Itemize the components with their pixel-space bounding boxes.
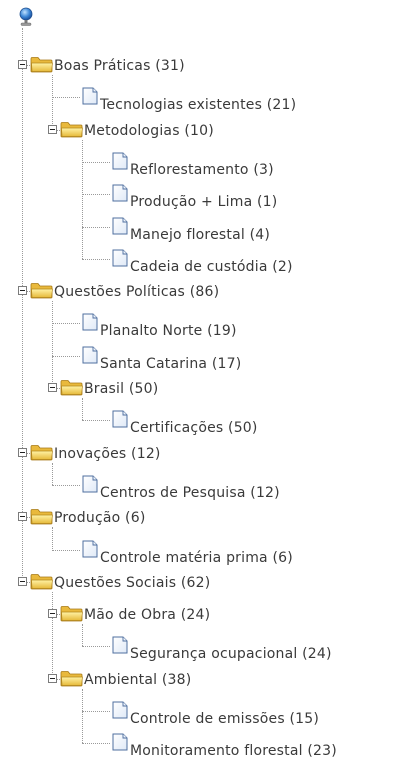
collapse-toggle-icon[interactable] (18, 576, 27, 586)
collapse-toggle-icon[interactable] (48, 383, 57, 392)
tree-folder-label[interactable]: Brasil (50) (84, 380, 158, 398)
document-page-icon (80, 474, 100, 494)
tree-folder-label[interactable]: Produção (6) (54, 509, 146, 527)
tree-connector-line (52, 527, 53, 550)
tree-connector-line (52, 301, 53, 388)
document-page-icon (110, 151, 130, 171)
collapse-toggle-icon[interactable] (18, 447, 27, 457)
folder-open-icon (30, 572, 54, 590)
tree-folder-label[interactable]: Boas Práticas (31) (54, 57, 185, 75)
tree-item-label[interactable]: Controle de emissões (15) (130, 710, 319, 728)
tree-item-label[interactable]: Santa Catarina (17) (100, 355, 241, 373)
document-page-icon (80, 86, 100, 106)
tree-connector-line (52, 462, 53, 485)
document-page-icon (110, 216, 130, 236)
document-page-icon (80, 345, 100, 365)
collapse-toggle-icon[interactable] (48, 124, 57, 134)
document-page-icon (110, 700, 130, 720)
tree-folder-label[interactable]: Mão de Obra (24) (84, 606, 210, 624)
tree-connector-line (82, 139, 83, 259)
tree-connector-line (82, 420, 110, 422)
tree-item-label[interactable]: Controle matéria prima (6) (100, 549, 293, 567)
document-page-icon (110, 732, 130, 752)
tree-item-label[interactable]: Cadeia de custódia (2) (130, 258, 293, 276)
collapse-toggle-icon[interactable] (18, 286, 27, 296)
folder-open-icon (30, 507, 54, 525)
tree-connector-line (52, 355, 80, 357)
document-page-icon (110, 183, 130, 203)
tree-connector-line (82, 711, 110, 712)
document-page-icon (110, 409, 130, 429)
folder-open-icon (30, 55, 54, 73)
folder-open-icon (30, 443, 54, 461)
tree-item-label[interactable]: Centros de Pesquisa (12) (100, 484, 280, 502)
document-page-icon (110, 635, 130, 655)
folder-open-icon (60, 669, 84, 687)
document-page-icon (80, 312, 100, 332)
tree-connector-line (82, 646, 110, 648)
document-page-icon (80, 539, 100, 559)
tree-connector-line (22, 28, 23, 582)
tree-connector-line (82, 194, 110, 196)
root-globe-icon (19, 7, 33, 26)
folder-open-icon (60, 120, 84, 138)
document-page-icon (110, 248, 130, 268)
tree-folder-label[interactable]: Inovações (12) (54, 445, 161, 463)
collapse-toggle-icon[interactable] (18, 60, 27, 69)
collapse-toggle-icon[interactable] (48, 673, 57, 683)
tree-item-label[interactable]: Reflorestamento (3) (130, 161, 274, 179)
tree-connector-line (52, 97, 80, 99)
category-tree: Boas Práticas (31) Tecnologias existentes… (0, 0, 396, 765)
tree-item-label[interactable]: Produção + Lima (1) (130, 193, 277, 211)
tree-connector-line (82, 743, 110, 745)
tree-connector-line (52, 549, 80, 551)
tree-item-label[interactable]: Tecnologias existentes (21) (100, 96, 296, 114)
collapse-toggle-icon[interactable] (18, 512, 27, 522)
folder-open-icon (60, 604, 84, 622)
folder-open-icon (30, 281, 54, 299)
tree-item-label[interactable]: Segurança ocupacional (24) (130, 645, 332, 663)
tree-item-label[interactable]: Monitoramento florestal (23) (130, 742, 337, 760)
tree-folder-label[interactable]: Ambiental (38) (84, 671, 191, 689)
tree-item-label[interactable]: Certificações (50) (130, 419, 258, 437)
tree-connector-line (82, 688, 83, 744)
collapse-toggle-icon[interactable] (48, 609, 57, 619)
tree-item-label[interactable]: Manejo florestal (4) (130, 226, 270, 244)
tree-connector-line (82, 258, 110, 260)
tree-connector-line (52, 591, 53, 679)
folder-open-icon (60, 378, 84, 396)
tree-item-label[interactable]: Planalto Norte (19) (100, 322, 237, 340)
tree-connector-line (82, 624, 83, 647)
tree-folder-label[interactable]: Metodologias (10) (84, 122, 214, 140)
tree-folder-label[interactable]: Questões Políticas (86) (54, 283, 219, 301)
tree-folder-label[interactable]: Questões Sociais (62) (54, 574, 210, 592)
tree-connector-line (82, 398, 83, 421)
tree-connector-line (82, 161, 110, 163)
tree-connector-line (52, 484, 80, 486)
tree-connector-line (52, 75, 53, 130)
tree-connector-line (82, 226, 110, 228)
tree-connector-line (52, 323, 80, 325)
